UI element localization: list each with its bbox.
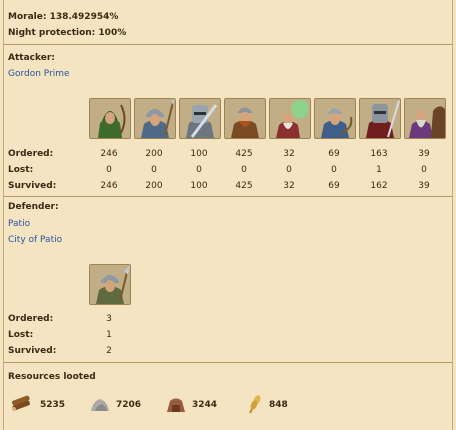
defender-heading: Defender:: [8, 202, 59, 212]
attacker-lost-cell: 0: [331, 165, 337, 175]
iron-value: 3244: [192, 400, 218, 410]
attacker-ordered-cell: 246: [100, 149, 118, 159]
attacker-heading: Attacker:: [8, 53, 55, 63]
stone-value: 7206: [116, 400, 142, 410]
spearman-unit-icon: [89, 264, 131, 305]
report-frame: [3, 0, 453, 430]
separator: [3, 196, 453, 197]
attacker-ordered-cell: 163: [370, 149, 388, 159]
heavy-cavalry-unit-icon: [359, 98, 401, 139]
spearman-unit-icon: [134, 98, 176, 139]
separator: [3, 362, 453, 363]
attacker-lost-cell: 0: [196, 165, 202, 175]
attacker-ordered-cell: 100: [190, 149, 208, 159]
attacker-ordered-cell: 425: [235, 149, 253, 159]
defender-ordered-cell: 3: [106, 314, 112, 324]
defender-player-link[interactable]: Patio: [8, 219, 30, 229]
defender-survived-cell: 2: [106, 346, 112, 356]
attacker-survived-label: Survived:: [8, 181, 57, 191]
attacker-lost-cell: 0: [106, 165, 112, 175]
wood-icon: [10, 393, 32, 415]
attacker-survived-cell: 39: [418, 181, 430, 191]
attacker-ordered-cell: 200: [145, 149, 163, 159]
iron-icon: [165, 393, 187, 415]
attacker-ordered-cell: 32: [283, 149, 295, 159]
defender-lost-cell: 1: [106, 330, 112, 340]
attacker-ordered-cell: 69: [328, 149, 340, 159]
swordsman-unit-icon: [179, 98, 221, 139]
attacker-lost-cell: 0: [151, 165, 157, 175]
attacker-lost-cell: 0: [421, 165, 427, 175]
wood-value: 5235: [40, 400, 66, 410]
attacker-ordered-label: Ordered:: [8, 149, 54, 159]
grain-icon: [244, 393, 266, 415]
attacker-survived-cell: 100: [190, 181, 208, 191]
stone-icon: [89, 393, 111, 415]
attacker-lost-cell: 0: [241, 165, 247, 175]
archer-unit-icon: [89, 98, 131, 139]
defender-village-link[interactable]: City of Patio: [8, 235, 62, 245]
defender-ordered-label: Ordered:: [8, 314, 54, 324]
attacker-lost-cell: 0: [286, 165, 292, 175]
separator: [3, 44, 453, 45]
grain-value: 848: [269, 400, 288, 410]
attacker-lost-label: Lost:: [8, 165, 34, 175]
attacker-player-link[interactable]: Gordon Prime: [8, 69, 70, 79]
defender-survived-label: Survived:: [8, 346, 57, 356]
resources-heading: Resources looted: [8, 372, 96, 382]
attacker-survived-cell: 246: [100, 181, 118, 191]
attacker-survived-cell: 162: [370, 181, 388, 191]
attacker-survived-cell: 32: [283, 181, 295, 191]
defender-lost-label: Lost:: [8, 330, 34, 340]
axeman-unit-icon: [224, 98, 266, 139]
attacker-survived-cell: 200: [145, 181, 163, 191]
attacker-survived-cell: 425: [235, 181, 253, 191]
morale-text: Morale: 138.492954%: [8, 12, 119, 22]
light-cavalry-unit-icon: [314, 98, 356, 139]
attacker-survived-cell: 69: [328, 181, 340, 191]
scout-unit-icon: [269, 98, 311, 139]
noble-unit-icon: [404, 98, 446, 139]
attacker-lost-cell: 1: [376, 165, 382, 175]
night-protection-text: Night protection: 100%: [8, 28, 127, 38]
attacker-ordered-cell: 39: [418, 149, 430, 159]
